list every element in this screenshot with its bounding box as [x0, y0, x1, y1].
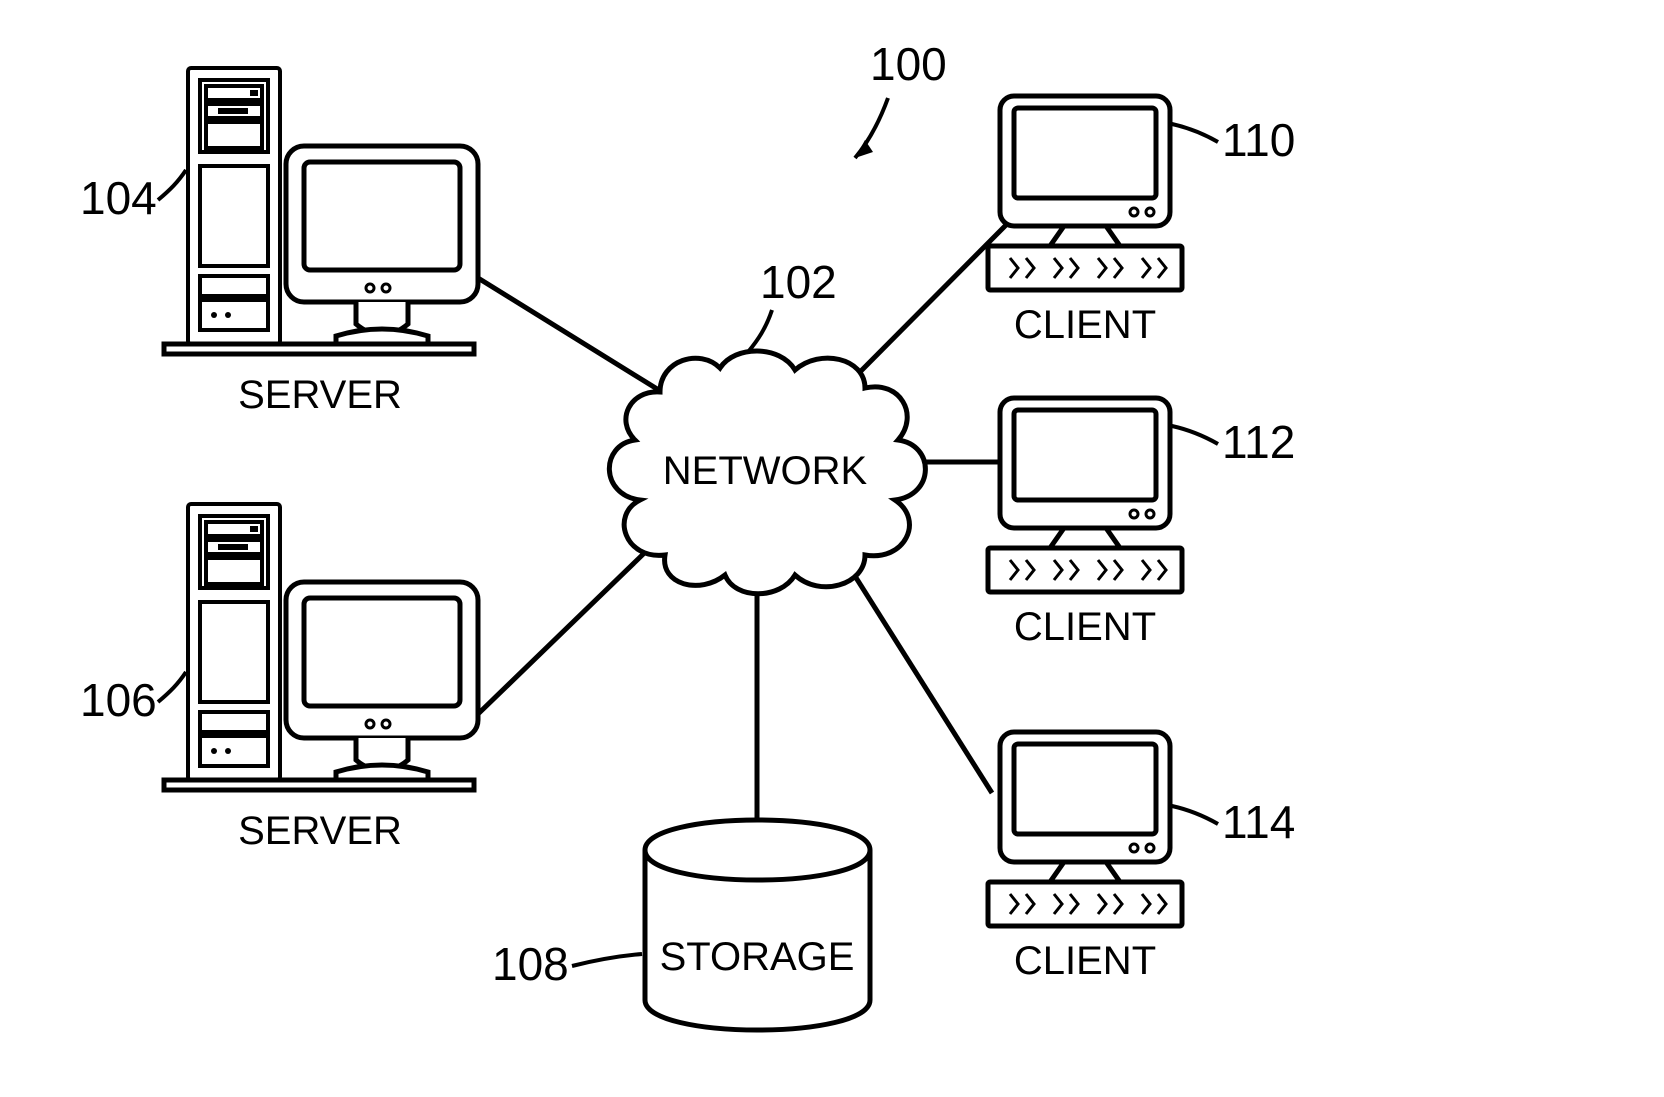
storage: STORAGE: [645, 820, 870, 1030]
ref-106: 106: [80, 674, 157, 726]
ref-114: 114: [1222, 796, 1295, 848]
ref-112: 112: [1222, 416, 1295, 468]
server-2: SERVER: [164, 504, 478, 853]
storage-label: STORAGE: [660, 935, 855, 979]
network-label: NETWORK: [663, 449, 868, 493]
ref-102: 102: [760, 256, 837, 308]
client1-label: CLIENT: [1014, 303, 1156, 347]
server1-label: SERVER: [238, 373, 402, 417]
network-diagram: NETWORK: [0, 0, 1664, 1097]
server-1: SERVER: [164, 68, 478, 417]
ref-110: 110: [1222, 114, 1295, 166]
server2-label: SERVER: [238, 809, 402, 853]
client-3: CLIENT: [988, 732, 1182, 983]
ref-100: 100: [870, 38, 947, 90]
client3-label: CLIENT: [1014, 939, 1156, 983]
client2-label: CLIENT: [1014, 605, 1156, 649]
client-2: CLIENT: [988, 398, 1182, 649]
client-1: CLIENT: [988, 96, 1182, 347]
ref-108: 108: [492, 938, 569, 990]
ref-104: 104: [80, 172, 157, 224]
